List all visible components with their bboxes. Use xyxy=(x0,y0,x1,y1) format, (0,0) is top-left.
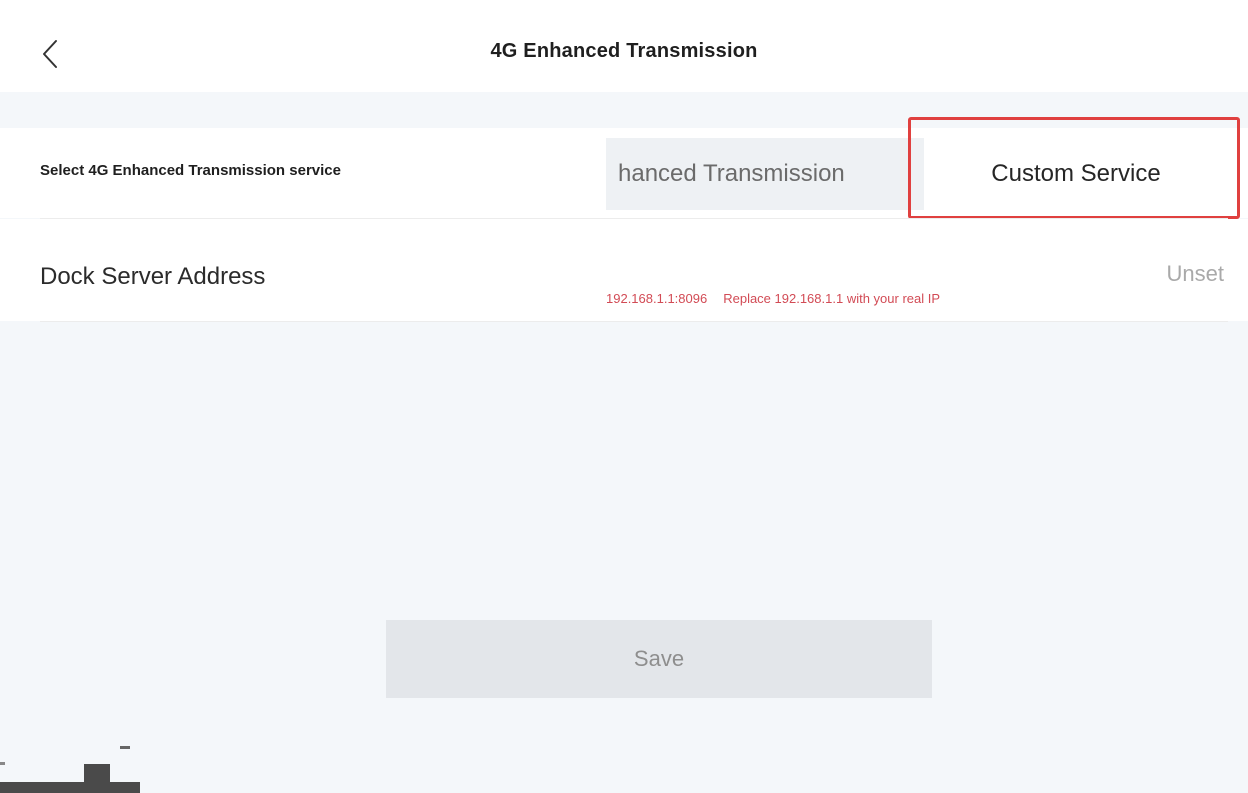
section-gap xyxy=(0,92,1248,128)
option-custom-service-label: Custom Service xyxy=(991,160,1161,187)
divider xyxy=(40,321,1228,322)
annotation-address: 192.168.1.1:8096 xyxy=(606,291,708,306)
service-selector: hanced Transmission Custom Service xyxy=(606,138,1228,210)
dock-server-row[interactable]: Dock Server Address 192.168.1.1:8096 Repl… xyxy=(0,219,1248,321)
dock-server-value[interactable]: Unset xyxy=(1167,261,1224,287)
navigation-bar: 4G Enhanced Transmission xyxy=(0,14,1248,92)
save-button[interactable]: Save xyxy=(386,620,932,698)
option-custom-service[interactable]: Custom Service xyxy=(924,138,1228,210)
annotation-hint: Replace 192.168.1.1 with your real IP xyxy=(723,291,941,306)
top-strip xyxy=(0,0,1248,14)
page-title: 4G Enhanced Transmission xyxy=(490,40,758,62)
option-enhanced-transmission[interactable]: hanced Transmission xyxy=(606,138,924,210)
option-enhanced-transmission-label: hanced Transmission xyxy=(618,160,845,187)
dock-server-label: Dock Server Address xyxy=(40,263,266,290)
corner-artifact xyxy=(0,740,160,793)
page: 4G Enhanced Transmission Select 4G Enhan… xyxy=(0,0,1248,793)
ip-annotation: 192.168.1.1:8096 Replace 192.168.1.1 with… xyxy=(606,291,940,306)
service-row-label: Select 4G Enhanced Transmission service xyxy=(40,162,341,179)
service-row: Select 4G Enhanced Transmission service … xyxy=(0,128,1248,218)
